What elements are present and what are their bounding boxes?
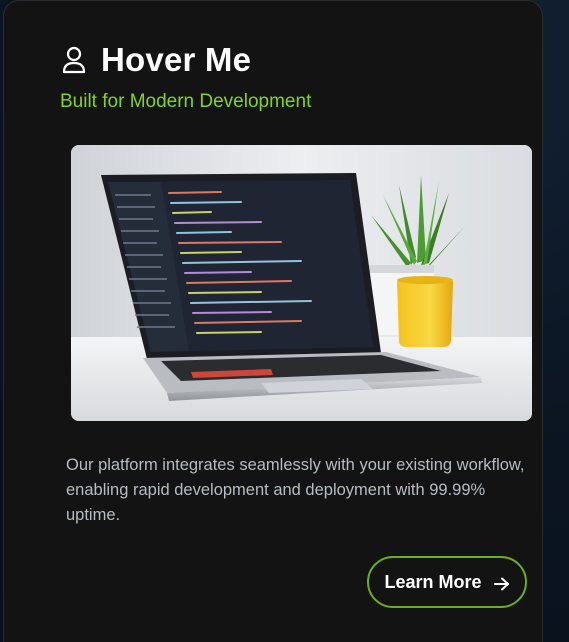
arrow-right-icon <box>493 575 510 591</box>
learn-more-label: Learn More <box>384 571 482 592</box>
feature-card[interactable]: Hover Me Built for Modern Development Ou… <box>3 0 543 642</box>
card-subtitle: Built for Modern Development <box>60 91 312 112</box>
card-title: Hover Me <box>101 41 252 78</box>
page-background: Hover Me Built for Modern Development Ou… <box>0 0 569 642</box>
card-header: Hover Me <box>61 41 251 79</box>
user-icon <box>61 45 87 75</box>
learn-more-button[interactable]: Learn More <box>367 556 527 608</box>
laptop-image <box>71 145 532 421</box>
card-description: Our platform integrates seamlessly with … <box>66 456 525 524</box>
